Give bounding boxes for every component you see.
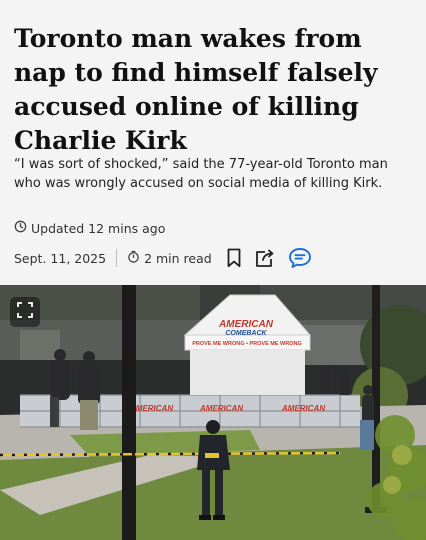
read-time-label: 2 min read [144, 250, 212, 266]
photo-scene: AMERICAN AMERICAN AMERICAN AMERICAN COME… [0, 285, 426, 540]
hero-photo[interactable]: AMERICAN AMERICAN AMERICAN AMERICAN COME… [0, 285, 426, 540]
article-header: Toronto man wakes from nap to find himse… [0, 0, 426, 285]
stopwatch-icon [127, 250, 140, 266]
article-actions [226, 247, 312, 269]
headline: Toronto man wakes from nap to find himse… [14, 24, 378, 155]
tent-label-line2: COMEBACK [225, 330, 267, 337]
publish-date: Sept. 11, 2025 [14, 250, 107, 266]
tent-subtext: PROVE ME WRONG • PROVE ME WRONG [192, 341, 302, 347]
updated-label: Updated 12 mins ago [31, 220, 166, 236]
read-time: 2 min read [127, 250, 212, 266]
article-dek: “I was sort of shocked,” said the 77-yea… [14, 157, 388, 191]
tent-label-line1: AMERICAN [218, 319, 274, 330]
expand-icon [17, 301, 33, 323]
meta-divider [116, 249, 118, 267]
clock-icon [14, 220, 27, 236]
article-meta: Sept. 11, 2025 2 min read [14, 247, 312, 269]
banner-text-2: AMERICAN [281, 404, 325, 413]
expand-button[interactable] [10, 297, 40, 327]
banner-text-1: AMERICAN [199, 404, 243, 413]
share-icon[interactable] [254, 248, 276, 268]
comment-icon[interactable] [288, 247, 312, 269]
bookmark-icon[interactable] [226, 248, 242, 268]
updated-timestamp: Updated 12 mins ago [14, 220, 165, 236]
